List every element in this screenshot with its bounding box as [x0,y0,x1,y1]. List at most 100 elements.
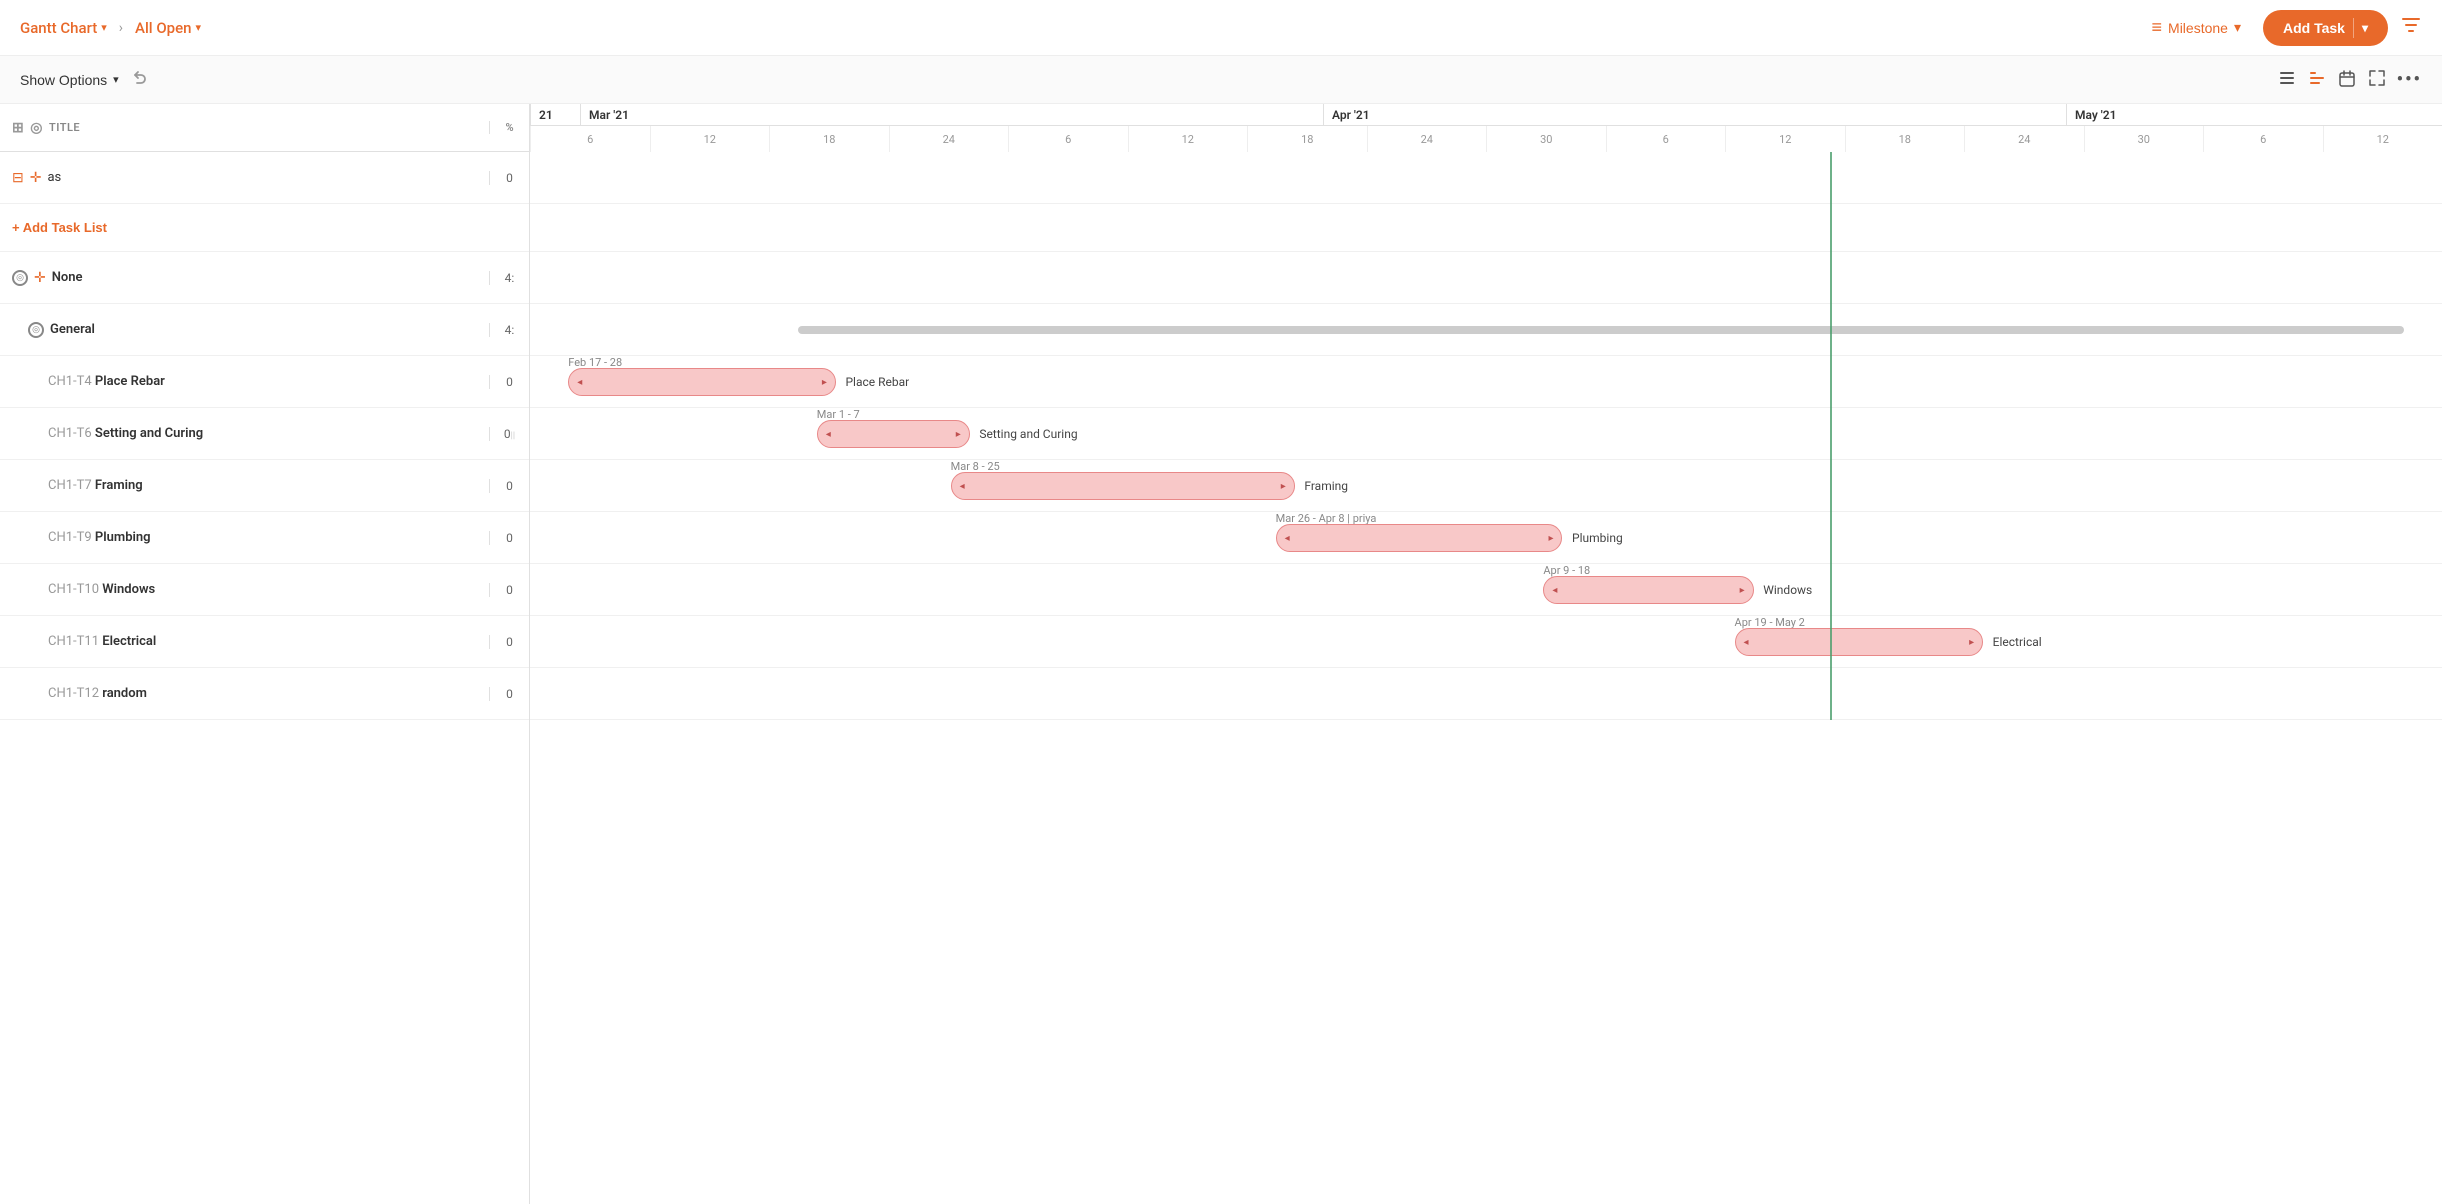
task-name: CH1-T12 random [48,686,147,701]
indent-list-icon[interactable] [2307,68,2327,92]
task-pct: 0 [489,583,529,597]
task-label: Windows [102,582,155,597]
task-title-cell: CH1-T11 Electrical [0,634,489,649]
toolbar-right: ••• [2277,68,2422,92]
day-label: 12 [1128,126,1248,152]
calendar-icon[interactable] [2337,68,2357,92]
list-item: CH1-T9 Plumbing 0 [0,512,529,564]
task-title-cell: CH1-T9 Plumbing [0,530,489,545]
task-id: CH1-T11 [48,634,102,649]
gantt-general-row: General [530,304,2442,356]
top-bar: Gantt Chart ▾ › All Open ▾ ≡ Milestone ▾… [0,0,2442,56]
breadcrumb-sep: › [119,20,123,36]
bar-right-label: Electrical [1993,635,2042,649]
gantt-month-row: 21 Mar '21 Apr '21 May '21 [530,104,2442,126]
day-label: 12 [650,126,770,152]
task-name: CH1-T4 Place Rebar [48,374,165,389]
add-task-divider [2353,18,2354,38]
task-pct: 0 [489,531,529,545]
milestone-lines-icon: ≡ [2152,17,2163,38]
gantt-bar[interactable]: ◂ ▸ [1276,524,1563,552]
general-summary-bar [798,326,2404,334]
all-open-nav[interactable]: All Open ▾ [135,19,201,37]
gantt-bar[interactable]: ◂ ▸ [951,472,1295,500]
bar-arrow-left: ◂ [960,481,965,492]
gantt-bar[interactable]: ◂ ▸ [568,368,836,396]
month-21: 21 [530,104,580,125]
breadcrumb: Gantt Chart ▾ › All Open ▾ [20,19,201,37]
task-name: CH1-T7 Framing [48,478,143,493]
month-may21: May '21 [2066,104,2442,125]
task-id: CH1-T4 [48,374,95,389]
task-name: CH1-T9 Plumbing [48,530,151,545]
undo-button[interactable] [131,68,149,91]
day-label: 6 [2203,126,2323,152]
gantt-chart-nav[interactable]: Gantt Chart ▾ [20,19,107,37]
bar-right-label: Plumbing [1572,531,1623,545]
gantt-panel: 21 Mar '21 Apr '21 May '21 6 12 18 24 6 … [530,104,2442,1204]
list-item: ◎ General 4: [0,304,529,356]
gantt-task-row: ◂ ▸ Apr 19 - May 2 Electrical [530,616,2442,668]
milestone-button[interactable]: ≡ Milestone ▾ [2142,11,2251,44]
bar-arrow-left: ◂ [1285,533,1290,544]
add-task-list-button[interactable]: + Add Task List [12,220,107,235]
task-pct: 0 [489,479,529,493]
bar-right-label: Windows [1763,583,1812,597]
list-view-icon[interactable] [2277,68,2297,92]
add-task-arrow-icon: ▾ [2362,21,2368,35]
pct-label: % [505,121,513,134]
day-label: 12 [2323,126,2442,152]
bar-right-label: Place Rebar [845,375,909,389]
list-item: CH1-T6 Setting and Curing 0|| [0,408,529,460]
filter-icon[interactable] [2400,14,2422,41]
all-open-label: All Open [135,19,191,37]
bar-arrow-right: ▸ [1969,637,1974,648]
gantt-task-row: ◂ ▸ Mar 8 - 25 Framing [530,460,2442,512]
main-content: ⊞ ◎ TITLE % ⊟ ✛ as 0 + Add Task List ◎ [0,104,2442,1204]
bar-arrow-left: ◂ [577,377,582,388]
gantt-task-row [530,668,2442,720]
list-item: ⊟ ✛ as 0 [0,152,529,204]
collapse-circle-icon[interactable]: ◎ [12,270,28,286]
milestone-chevron-icon: ▾ [2234,19,2241,36]
gantt-bar[interactable]: ◂ ▸ [817,420,970,448]
gantt-chart-label: Gantt Chart [20,19,97,37]
toolbar: Show Options ▾ ••• [0,56,2442,104]
section-pct: 4: [489,271,529,285]
task-pct: 0 [489,635,529,649]
day-label: 30 [2084,126,2204,152]
expand-icon[interactable] [2367,68,2387,92]
list-item: CH1-T4 Place Rebar 0 [0,356,529,408]
more-options-icon[interactable]: ••• [2397,69,2422,90]
gantt-row [530,252,2442,304]
task-title-cell: CH1-T4 Place Rebar [0,374,489,389]
gantt-day-row: 6 12 18 24 6 12 18 24 30 6 12 18 24 30 6… [530,126,2442,152]
gantt-task-row: ◂ ▸ Feb 17 - 28 Place Rebar [530,356,2442,408]
add-task-list-row: + Add Task List [0,204,529,252]
task-name: CH1-T10 Windows [48,582,155,597]
show-options-chevron-icon: ▾ [113,73,119,86]
add-task-button[interactable]: Add Task ▾ [2263,10,2388,46]
task-label: Plumbing [95,530,151,545]
section-name: General [50,322,95,337]
collapse-circle-icon[interactable]: ◎ [28,322,44,338]
task-label: Framing [95,478,143,493]
section-pct: 4: [489,323,529,337]
task-title-cell: ⊟ ✛ as [0,170,489,186]
gantt-add-row [530,204,2442,252]
gantt-bar[interactable]: ◂ ▸ [1735,628,1984,656]
task-title-cell: CH1-T12 random [0,686,489,701]
day-label: 6 [1606,126,1726,152]
gantt-bar[interactable]: ◂ ▸ [1543,576,1753,604]
month-mar21: Mar '21 [580,104,1323,125]
pct-column-header: % [489,121,529,134]
show-options-button[interactable]: Show Options ▾ [20,72,119,88]
gantt-body: General ◂ ▸ Feb 17 - 28 Place Rebar ◂ ▸ [530,152,2442,720]
task-name: CH1-T11 Electrical [48,634,156,649]
move-icon: ✛ [30,170,42,186]
task-label: Place Rebar [95,374,165,389]
bar-arrow-right: ▸ [1740,585,1745,596]
bar-arrow-left: ◂ [1744,637,1749,648]
move-icon: ✛ [34,270,46,286]
day-label: 6 [1008,126,1128,152]
